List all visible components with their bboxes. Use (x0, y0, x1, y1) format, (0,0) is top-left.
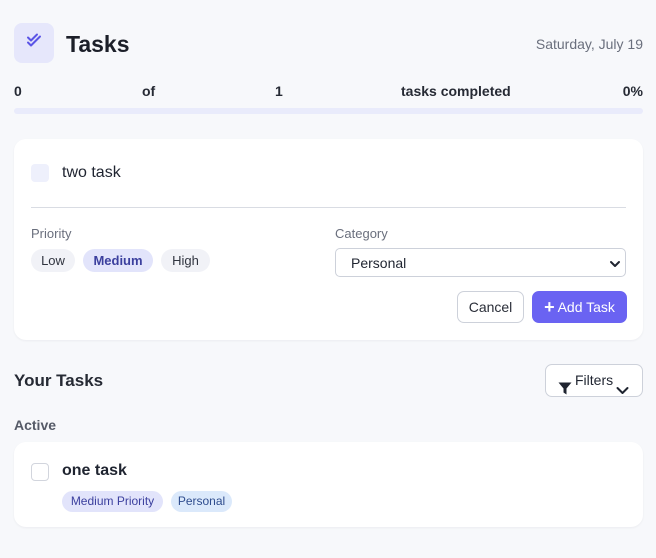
priority-chip-medium[interactable]: Medium (83, 249, 153, 272)
app-logo (14, 23, 54, 63)
priority-chip-high[interactable]: High (161, 249, 210, 272)
task-complete-checkbox[interactable] (31, 463, 49, 481)
category-label: Category (335, 226, 388, 241)
filters-label: Filters (575, 372, 614, 388)
progress-of-label: of (142, 83, 156, 99)
new-task-checkbox[interactable] (31, 164, 49, 182)
progress-bar (14, 108, 643, 114)
cancel-button[interactable]: Cancel (457, 291, 524, 323)
double-check-icon (25, 32, 43, 55)
current-date: Saturday, July 19 (535, 36, 643, 52)
priority-label: Priority (31, 226, 72, 241)
form-divider (31, 207, 626, 208)
progress-suffix: tasks completed (401, 83, 511, 99)
tasks-section-title: Your Tasks (14, 371, 104, 390)
filters-button[interactable]: Filters (545, 364, 643, 397)
plus-icon: + (544, 297, 555, 317)
completed-count: 0 (14, 83, 22, 99)
app-header: Tasks Saturday, July 19 (14, 23, 643, 63)
app-root: Tasks Saturday, July 19 0 of 1 tasks com… (14, 0, 643, 558)
category-select-value: Personal (351, 255, 407, 271)
page-title: Tasks (66, 31, 130, 57)
total-count: 1 (275, 83, 283, 99)
add-task-button[interactable]: + Add Task (532, 291, 627, 323)
progress-percent: 0% (622, 83, 643, 99)
new-task-form: Priority Low Medium High Category Person… (14, 139, 643, 340)
task-item: one task Medium Priority Personal (14, 442, 643, 527)
filter-icon (558, 375, 572, 406)
chevron-down-icon (616, 376, 629, 407)
category-select[interactable]: Personal (335, 248, 626, 277)
priority-tag: Medium Priority (62, 491, 163, 512)
chevron-down-icon (609, 257, 621, 275)
add-task-label: Add Task (557, 299, 615, 315)
active-group-label: Active (14, 417, 57, 433)
new-task-input[interactable] (62, 161, 602, 185)
priority-chip-low[interactable]: Low (31, 249, 75, 272)
category-tag: Personal (171, 491, 232, 512)
progress-summary: 0 of 1 tasks completed 0% (14, 82, 643, 100)
task-title: one task (62, 462, 127, 479)
